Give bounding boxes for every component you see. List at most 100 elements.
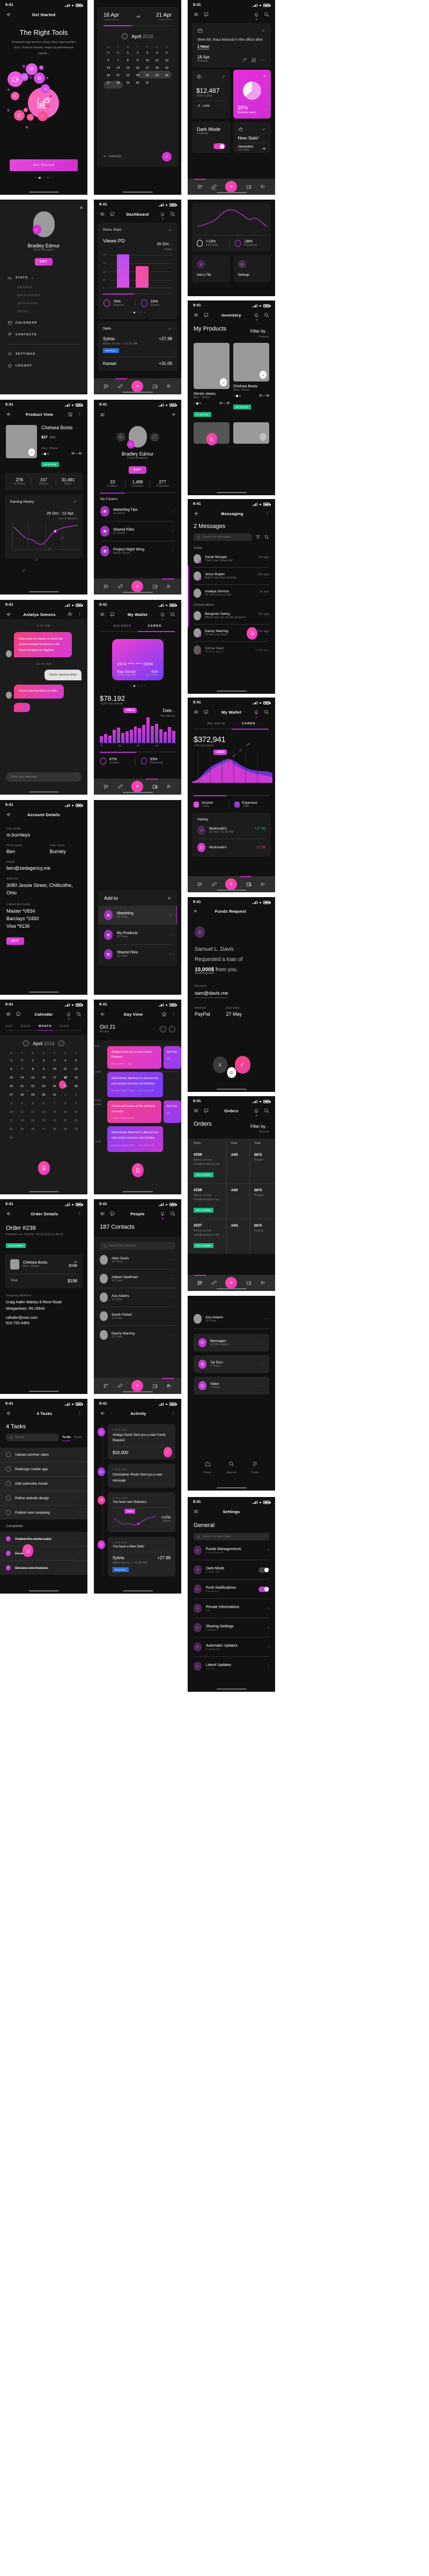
more-icon[interactable]: ···: [77, 1566, 82, 1569]
chevron-right-icon[interactable]: ›: [268, 1626, 269, 1630]
desktop-users-tile[interactable]: 35% Desktop users ···: [233, 70, 271, 119]
list-item[interactable]: Ace Adams 12 Files ···: [194, 1314, 269, 1324]
back-icon[interactable]: [100, 1011, 105, 1017]
to-date[interactable]: 21 Apr: [156, 12, 172, 18]
tab-contacts-icon[interactable]: [166, 784, 172, 789]
add-file-button[interactable]: [206, 433, 217, 445]
list-item[interactable]: Sarah Morgan That's just amazing! 6m ago ·…: [194, 554, 269, 563]
add-person-icon[interactable]: [68, 612, 73, 617]
tab-contacts-icon[interactable]: [166, 584, 172, 589]
tab-orders-icon[interactable]: [103, 584, 109, 589]
tab-bar[interactable]: +: [94, 378, 181, 394]
scroll-indicator[interactable]: [188, 566, 189, 627]
search-icon[interactable]: [170, 211, 175, 217]
list-item[interactable]: My Products 23 Files ›: [98, 924, 177, 940]
tab-wallet-icon[interactable]: [152, 584, 158, 589]
decline-button[interactable]: X: [212, 1056, 227, 1073]
bell-icon[interactable]: [160, 211, 165, 219]
tab-day[interactable]: DAY: [6, 1025, 13, 1028]
more-icon[interactable]: ···: [171, 1258, 175, 1261]
checkbox-checked[interactable]: ✓: [6, 1536, 11, 1542]
menu-icon[interactable]: [194, 1108, 199, 1113]
tab-orders-icon[interactable]: [103, 1383, 109, 1389]
field-value-account[interactable]: sam@davis.me: [195, 990, 228, 998]
list-item[interactable]: Project Night Wing Allien Durss ⋮: [100, 546, 175, 556]
prev-month-button[interactable]: ‹: [23, 1040, 29, 1046]
more-icon[interactable]: ···: [197, 145, 202, 149]
prev-month-button[interactable]: ‹: [122, 33, 128, 39]
more-icon[interactable]: ···: [260, 593, 269, 597]
tab-cards[interactable]: CARDS: [148, 625, 162, 628]
settings-row[interactable]: Push Notifications ENABLED: [194, 1584, 269, 1594]
checkbox[interactable]: [6, 1510, 11, 1515]
accept-button[interactable]: ✓: [164, 1447, 172, 1458]
task-row[interactable]: Redesign mobile app ···: [0, 1462, 87, 1476]
back-icon[interactable]: [6, 812, 11, 817]
field-value-firstname[interactable]: Ben: [6, 849, 38, 854]
event-title[interactable]: Antalya Sent you a new Funds Request: [112, 1050, 157, 1060]
list-item[interactable]: Ace Adams 12 Files ···: [100, 1293, 175, 1302]
tab-stats-icon[interactable]: [117, 384, 123, 389]
bell-icon[interactable]: [254, 709, 259, 717]
more-icon[interactable]: ⋮: [78, 412, 82, 416]
tab-orders-icon[interactable]: [197, 1280, 203, 1286]
settings-row[interactable]: Funds Managements 3 ACCOUNTS ›: [194, 1546, 269, 1555]
list-item[interactable]: Allen Davis 12 Files ···: [100, 1255, 175, 1265]
tab-wallet-icon[interactable]: [152, 1383, 158, 1389]
add-button[interactable]: +: [131, 1380, 144, 1392]
tab-contacts-icon[interactable]: [260, 1280, 265, 1286]
tab-wallet-icon[interactable]: [246, 184, 252, 189]
checkbox[interactable]: [6, 1466, 11, 1472]
more-icon[interactable]: ···: [260, 1341, 264, 1345]
add-button[interactable]: +: [131, 380, 144, 392]
chevron-right-icon[interactable]: ›: [170, 933, 171, 937]
chat-icon[interactable]: [204, 12, 209, 17]
more-icon[interactable]: ···: [171, 1315, 175, 1318]
checkbox-checked[interactable]: ✓: [6, 1551, 11, 1556]
more-icon[interactable]: ⋮: [171, 549, 175, 553]
search-icon[interactable]: [264, 312, 269, 318]
menu-icon[interactable]: [100, 1211, 105, 1216]
message-input[interactable]: Write your message...: [6, 772, 82, 782]
back-icon[interactable]: [6, 612, 11, 617]
tab-cards[interactable]: CARDS: [242, 722, 256, 725]
task-row[interactable]: ✓ Publish the winter sales ···: [0, 1532, 87, 1546]
tab-wallet-icon[interactable]: [152, 784, 158, 789]
field-value-lastname[interactable]: Burnley: [50, 849, 82, 854]
field-value-method[interactable]: PayPal: [195, 1011, 210, 1017]
next-month-button[interactable]: ›: [58, 1040, 64, 1046]
add-event-button[interactable]: [131, 1163, 144, 1177]
sort-icon[interactable]: [264, 534, 269, 540]
drag-handle-icon[interactable]: [260, 28, 265, 33]
tab-bar[interactable]: +: [94, 779, 181, 795]
chevron-right-icon[interactable]: ›: [268, 1548, 269, 1552]
tab-stats-icon[interactable]: [117, 584, 123, 589]
tab-contacts-icon[interactable]: [260, 184, 265, 189]
event-title[interactable]: Check and revise all the old bank accoun…: [112, 1104, 157, 1114]
checkbox[interactable]: [6, 1481, 11, 1486]
add-tile-button[interactable]: + Add a Tile: [192, 255, 230, 282]
color-swatches[interactable]: [41, 453, 49, 455]
edit-product-button[interactable]: [260, 433, 267, 441]
tab-bar[interactable]: +: [188, 1275, 275, 1291]
more-icon[interactable]: ···: [77, 1482, 82, 1485]
more-icon[interactable]: ···: [77, 1496, 82, 1500]
field-value-fullname[interactable]: m.burnleys: [6, 832, 81, 838]
more-icon[interactable]: ···: [260, 58, 265, 62]
drawer-item-stats[interactable]: STATS ⌄: [8, 275, 80, 280]
task-row[interactable]: Upload summer sales ···: [0, 1448, 87, 1462]
list-item[interactable]: Mcdonald's -27.98: [197, 843, 265, 852]
drawer-item-logout[interactable]: LOGOUT: [8, 363, 80, 368]
chevron-right-icon[interactable]: ›: [170, 913, 171, 917]
drawer-item-orders[interactable]: ORDERS: [17, 286, 80, 289]
tab-wallet-icon[interactable]: [152, 384, 158, 389]
next-day-button[interactable]: ›: [169, 1025, 175, 1032]
get-started-button[interactable]: Get Started: [10, 159, 78, 171]
chat-icon[interactable]: [16, 1011, 21, 1017]
field-value-email[interactable]: ben@zedagency.me: [6, 865, 81, 871]
menu-icon[interactable]: [6, 1011, 11, 1017]
back-icon[interactable]: [194, 511, 199, 516]
more-icon[interactable]: ···: [171, 1333, 175, 1337]
credit-card[interactable]: 2374 **** **** 0094 Rae Shmidt CARD HOLDE…: [112, 639, 164, 680]
list-item[interactable]: Marekting 30 Files ›: [98, 906, 177, 924]
